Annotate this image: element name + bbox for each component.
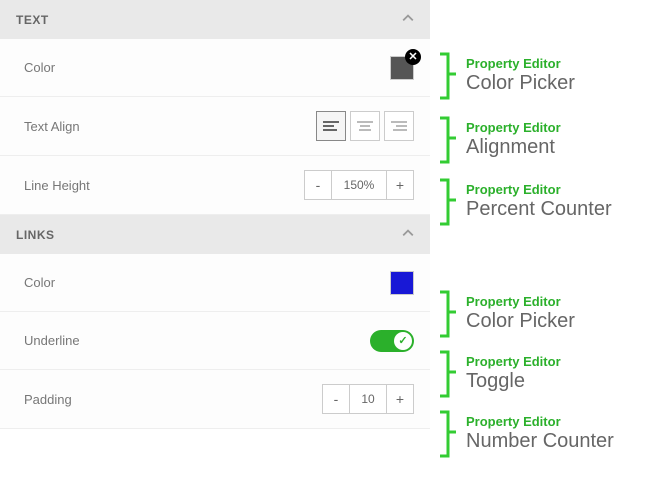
row-link-color: Color [0,254,430,312]
anno-kicker: Property Editor [466,57,575,71]
row-underline: Underline ✓ [0,312,430,370]
anno-title: Color Picker [466,309,575,333]
brace-icon [436,52,460,100]
stepper-inc-button[interactable]: + [386,170,414,200]
brace-icon [436,290,460,338]
brace-icon [436,350,460,398]
anno-kicker: Property Editor [466,121,561,135]
anno-title: Toggle [466,369,561,393]
row-text-align: Text Align [0,97,430,156]
anno-kicker: Property Editor [466,183,612,197]
anno-title: Color Picker [466,71,575,95]
underline-toggle[interactable]: ✓ [370,330,414,352]
brace-icon [436,116,460,164]
color-picker-links[interactable] [390,271,414,295]
row-text-color: Color ✕ [0,39,430,97]
color-picker-text[interactable]: ✕ [390,56,414,80]
brace-icon [436,410,460,458]
chevron-up-icon [402,227,414,242]
annotations-column: Property Editor Color Picker Property Ed… [430,0,658,429]
section-title: LINKS [16,228,55,242]
label-padding: Padding [24,392,72,407]
chevron-up-icon [402,12,414,27]
section-title: TEXT [16,13,49,27]
row-line-height: Line Height - + [0,156,430,215]
properties-panel: TEXT Color ✕ Text Align [0,0,430,429]
padding-stepper: - + [322,384,414,414]
stepper-dec-button[interactable]: - [304,170,332,200]
align-left-button[interactable] [316,111,346,141]
align-center-button[interactable] [350,111,380,141]
clear-color-icon[interactable]: ✕ [405,49,421,65]
label-text-color: Color [24,60,55,75]
anno-title: Alignment [466,135,561,159]
line-height-stepper: - + [304,170,414,200]
line-height-input[interactable] [332,170,386,200]
check-icon: ✓ [398,334,407,347]
section-header-links[interactable]: LINKS [0,215,430,254]
label-underline: Underline [24,333,80,348]
label-link-color: Color [24,275,55,290]
anno-title: Number Counter [466,429,614,453]
row-padding: Padding - + [0,370,430,429]
align-right-button[interactable] [384,111,414,141]
label-line-height: Line Height [24,178,90,193]
stepper-dec-button[interactable]: - [322,384,350,414]
stepper-inc-button[interactable]: + [386,384,414,414]
anno-kicker: Property Editor [466,355,561,369]
anno-kicker: Property Editor [466,295,575,309]
padding-input[interactable] [350,384,386,414]
label-text-align: Text Align [24,119,80,134]
section-header-text[interactable]: TEXT [0,0,430,39]
anno-title: Percent Counter [466,197,612,221]
brace-icon [436,178,460,226]
anno-kicker: Property Editor [466,415,614,429]
